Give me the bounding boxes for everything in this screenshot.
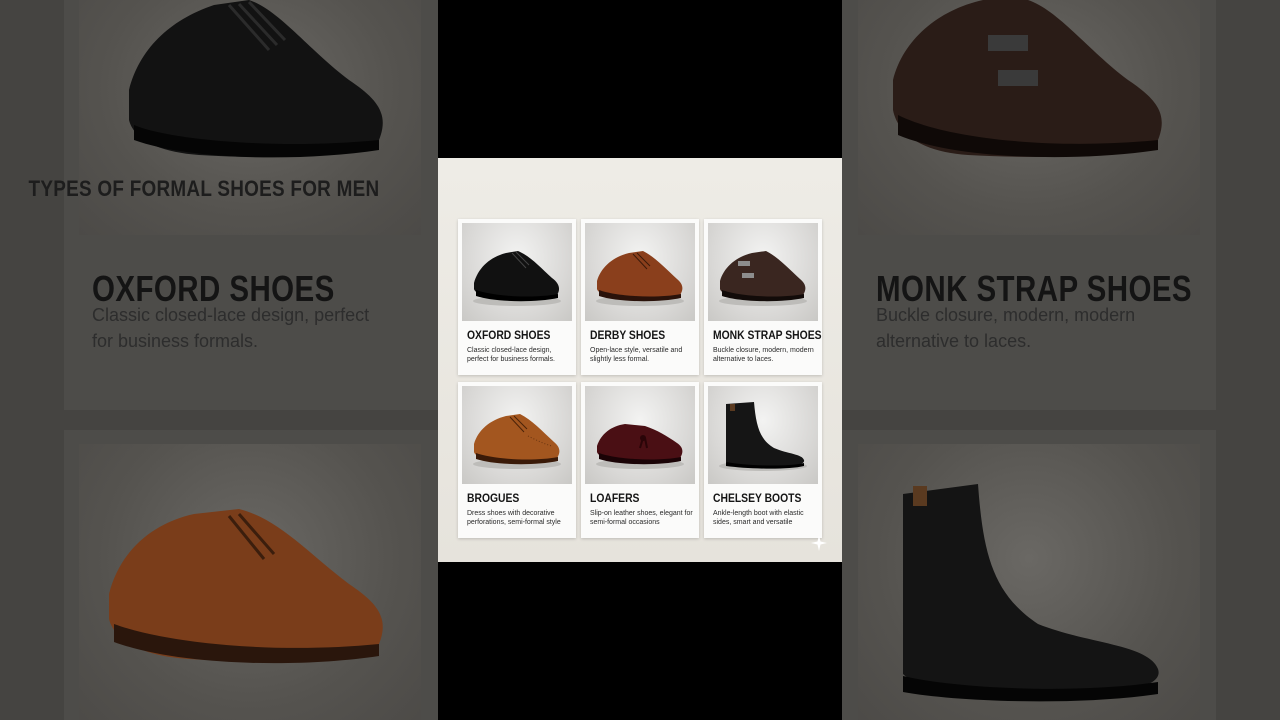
background-monk-desc: Buckle closure, modern, modern alternati… <box>876 305 1136 351</box>
chelsea-boot-large-icon <box>903 484 1159 702</box>
card-monk-strap-name: MONK STRAP SHOES <box>713 330 822 342</box>
card-oxford[interactable]: OXFORD SHOES Classic closed-lace design,… <box>458 219 576 375</box>
card-chelsey-boots[interactable]: CHELSEY BOOTS Ankle-length boot with ela… <box>704 382 822 538</box>
background-card-monk: MONK STRAP SHOES Buckle closure, modern,… <box>840 0 1216 410</box>
card-chelsey-boots-desc: Ankle-length boot with elastic sides, sm… <box>713 510 804 526</box>
oxford-photo <box>462 223 572 321</box>
chelsea-boot-icon <box>719 402 807 471</box>
infographic-title: TYPES OF FORMAL SHOES FOR MEN <box>0 176 404 202</box>
background-chelsea-photo <box>858 444 1200 720</box>
card-derby[interactable]: DERBY SHOES Open-lace style, versatile a… <box>581 219 699 375</box>
loafer-shoe-icon <box>596 424 684 469</box>
card-oxford-name: OXFORD SHOES <box>467 330 551 342</box>
card-loafers-name: LOAFERS <box>590 493 640 505</box>
card-loafers[interactable]: LOAFERS Slip-on leather shoes, elegant f… <box>581 382 699 538</box>
derby-photo <box>585 223 695 321</box>
sparkle-icon <box>811 535 827 551</box>
oxford-shoe-icon <box>473 251 561 306</box>
card-monk-strap-desc: Buckle closure, modern, modern alternati… <box>713 347 814 363</box>
card-brogues-desc: Dress shoes with decorative perforations… <box>467 510 561 526</box>
card-monk-strap[interactable]: MONK STRAP SHOES Buckle closure, modern,… <box>704 219 822 375</box>
card-brogues-name: BROGUES <box>467 493 520 505</box>
brogues-photo <box>462 386 572 484</box>
background-card-oxford: OXFORD SHOES Classic closed-lace design,… <box>64 0 440 410</box>
chelsey-boots-photo <box>708 386 818 484</box>
background-monk-photo <box>858 0 1200 235</box>
background-card-brogue <box>64 430 440 720</box>
card-oxford-desc: Classic closed-lace design, perfect for … <box>467 347 555 363</box>
card-brogues[interactable]: BROGUES Dress shoes with decorative perf… <box>458 382 576 538</box>
card-loafers-desc: Slip-on leather shoes, elegant for semi-… <box>590 510 693 526</box>
background-left-panel: OXFORD SHOES Classic closed-lace design,… <box>0 0 440 720</box>
background-right-panel: MONK STRAP SHOES Buckle closure, modern,… <box>840 0 1280 720</box>
brogue-shoe-icon <box>473 414 561 469</box>
card-derby-desc: Open-lace style, versatile and slightly … <box>590 347 683 363</box>
monk-strap-shoe-icon <box>719 251 807 306</box>
infographic-title-text: TYPES OF FORMAL SHOES FOR MEN <box>28 176 380 201</box>
monk-strap-photo <box>708 223 818 321</box>
loafers-photo <box>585 386 695 484</box>
monk-strap-shoe-large-icon <box>893 0 1162 158</box>
background-brogue-photo <box>79 444 421 720</box>
card-chelsey-boots-name: CHELSEY BOOTS <box>713 493 802 505</box>
background-card-chelsea <box>840 430 1216 720</box>
derby-shoe-icon <box>596 251 684 306</box>
brogue-shoe-large-icon <box>109 509 383 664</box>
card-derby-name: DERBY SHOES <box>590 330 666 342</box>
background-oxford-desc: Classic closed-lace design, perfect for … <box>92 305 370 351</box>
